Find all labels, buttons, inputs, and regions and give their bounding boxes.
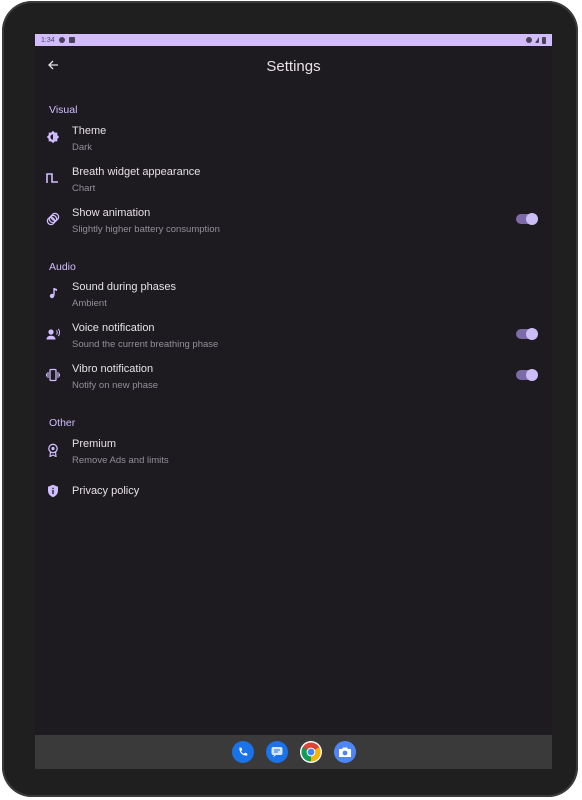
setting-sound-phases-label: Sound during phases — [72, 281, 176, 293]
setting-breath-widget-value: Chart — [72, 183, 96, 194]
show-animation-toggle[interactable] — [516, 213, 538, 225]
phone-glyph-icon — [238, 747, 247, 756]
camera-icon[interactable] — [333, 741, 356, 763]
chrome-logo-icon — [301, 742, 320, 762]
setting-show-animation-label: Show animation — [72, 207, 151, 219]
screen: 1:34 Settings Visual Theme Dark Breath w… — [35, 34, 552, 769]
setting-theme[interactable]: Theme Dark — [35, 118, 552, 158]
voice-icon — [46, 328, 60, 340]
setting-show-animation-value: Slightly higher battery consumption — [72, 224, 220, 235]
setting-breath-widget[interactable]: Breath widget appearance Chart — [35, 159, 552, 199]
setting-breath-widget-label: Breath widget appearance — [72, 166, 201, 178]
setting-privacy-label: Privacy policy — [72, 485, 140, 497]
vibration-icon — [46, 368, 60, 382]
notification-icon — [68, 37, 75, 43]
animation-icon — [46, 212, 60, 226]
setting-show-animation[interactable]: Show animation Slightly higher battery c… — [35, 200, 552, 240]
phone-icon[interactable] — [231, 741, 254, 763]
setting-vibro-notification[interactable]: Vibro notification Notify on new phase — [35, 356, 552, 396]
setting-sound-phases-value: Ambient — [72, 298, 107, 309]
tablet-frame: 1:34 Settings Visual Theme Dark Breath w… — [2, 1, 578, 797]
setting-theme-value: Dark — [72, 142, 93, 153]
messages-icon[interactable] — [265, 741, 288, 763]
vibro-notification-toggle[interactable] — [516, 369, 538, 381]
setting-voice-notification-value: Sound the current breathing phase — [72, 339, 219, 350]
toggle-thumb — [526, 369, 538, 381]
top-app-bar: Settings — [35, 46, 552, 86]
setting-vibro-notification-label: Vibro notification — [72, 363, 154, 375]
award-icon — [48, 443, 58, 457]
music-note-icon — [49, 288, 57, 299]
status-bar: 1:34 — [35, 34, 552, 46]
setting-theme-label: Theme — [72, 125, 107, 137]
setting-premium-label: Premium — [72, 438, 117, 450]
chart-wave-icon — [46, 173, 58, 183]
setting-premium-value: Remove Ads and limits — [72, 455, 169, 466]
battery-icon — [542, 36, 546, 44]
setting-privacy-policy[interactable]: Privacy policy — [35, 472, 552, 512]
setting-voice-notification-label: Voice notification — [72, 322, 155, 334]
toggle-thumb — [526, 328, 538, 340]
theme-icon — [46, 130, 60, 144]
section-visual: Visual — [49, 104, 78, 116]
setting-sound-phases[interactable]: Sound during phases Ambient — [35, 274, 552, 314]
section-audio: Audio — [49, 261, 76, 273]
setting-voice-notification[interactable]: Voice notification Sound the current bre… — [35, 315, 552, 355]
toggle-thumb — [526, 213, 538, 225]
shield-icon — [48, 484, 58, 498]
page-title: Settings — [266, 58, 321, 75]
chrome-icon[interactable] — [299, 741, 322, 763]
camera-glyph-icon — [338, 747, 351, 757]
signal-icon — [535, 37, 539, 43]
notification-icon — [58, 37, 65, 43]
wifi-icon — [526, 37, 532, 43]
chat-bubble-icon — [271, 747, 282, 758]
voice-notification-toggle[interactable] — [516, 328, 538, 340]
status-time: 1:34 — [41, 36, 55, 44]
section-other: Other — [49, 417, 76, 429]
app-dock — [35, 735, 552, 769]
setting-vibro-notification-value: Notify on new phase — [72, 380, 159, 391]
setting-premium[interactable]: Premium Remove Ads and limits — [35, 431, 552, 471]
